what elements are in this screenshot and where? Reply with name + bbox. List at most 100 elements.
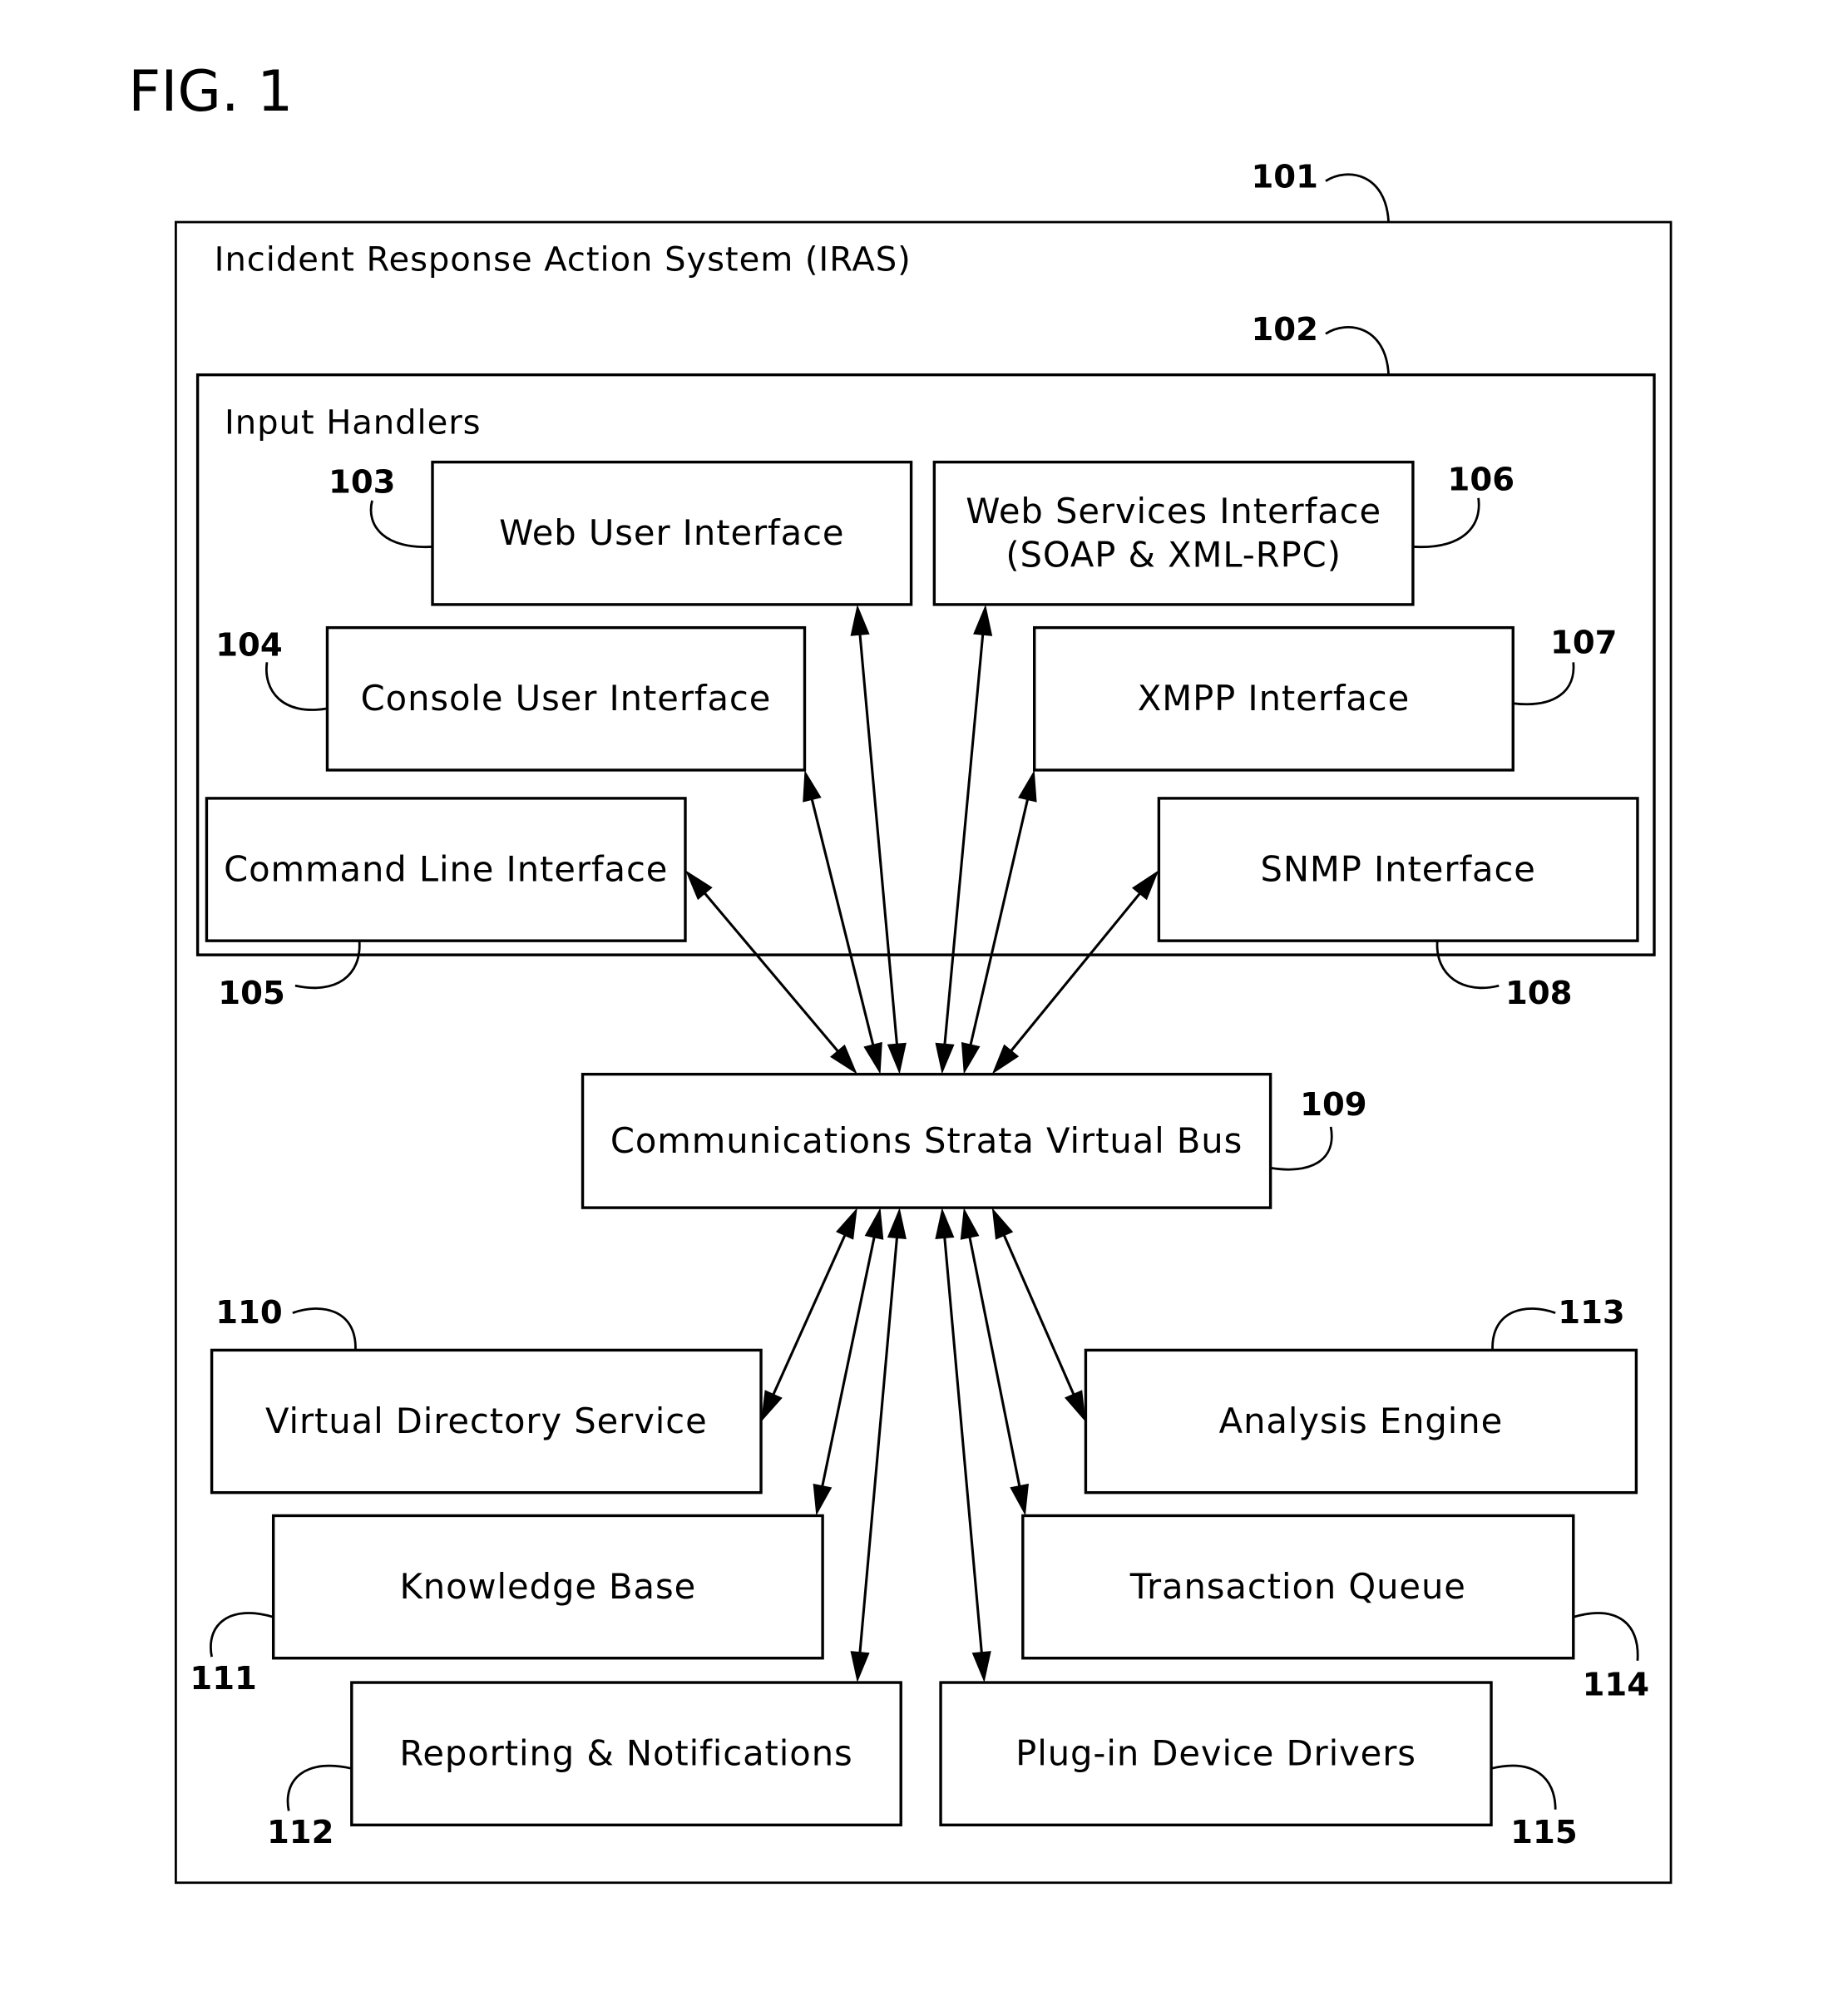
arrowhead-bus — [991, 1208, 1014, 1240]
connection-web-services — [935, 604, 993, 1075]
connection-web-ui — [850, 604, 907, 1075]
arrowhead-bus — [863, 1041, 882, 1075]
leader-115 — [1490, 1764, 1557, 1810]
connection-plugins — [935, 1208, 991, 1683]
leader-109 — [1270, 1126, 1333, 1171]
arrowhead-target — [684, 870, 713, 901]
kb-label: Knowledge Base — [400, 1566, 697, 1607]
component-vds: Virtual Directory Service 110 — [210, 1294, 763, 1495]
reporting-label: Reporting & Notifications — [399, 1733, 852, 1774]
connector-line — [700, 888, 842, 1056]
console-ui-label: Console User Interface — [361, 678, 772, 719]
architecture-diagram: FIG. 1 Incident Response Action System (… — [128, 59, 1673, 1885]
ref-115: 115 — [1510, 1814, 1578, 1851]
ref-103: 103 — [329, 464, 396, 502]
arrowhead-target — [1010, 1483, 1029, 1516]
web-services-box — [932, 460, 1415, 606]
leader-111 — [210, 1612, 274, 1658]
connector-line — [967, 1233, 1022, 1491]
arrowhead-target — [1131, 870, 1159, 901]
component-xmpp: XMPP Interface 107 — [1033, 625, 1618, 772]
ref-108: 108 — [1505, 975, 1573, 1012]
leader-101 — [1325, 173, 1390, 223]
component-kb: Knowledge Base 111 — [190, 1514, 824, 1697]
arrowhead-target — [971, 1651, 991, 1683]
connector-line — [857, 1233, 899, 1658]
xmpp-label: XMPP Interface — [1138, 678, 1410, 719]
ref-111: 111 — [190, 1660, 257, 1697]
figure-title: FIG. 1 — [128, 59, 293, 125]
arrowhead-target — [761, 1390, 783, 1422]
system-title: Incident Response Action System (IRAS) — [215, 241, 912, 279]
web-services-label: (SOAP & XML-RPC) — [1006, 534, 1342, 575]
ref-113: 113 — [1558, 1294, 1625, 1332]
component-cli: Command Line Interface 105 — [205, 797, 687, 1012]
connection-tq — [960, 1208, 1029, 1516]
arrowhead-target — [850, 604, 870, 636]
leader-113 — [1491, 1307, 1556, 1351]
component-plugins: Plug-in Device Drivers 115 — [939, 1681, 1578, 1851]
arrowhead-bus — [991, 1044, 1020, 1075]
ref-112: 112 — [267, 1814, 334, 1851]
arrowhead-target — [850, 1651, 870, 1683]
connector-line — [968, 794, 1030, 1050]
tq-label: Transaction Queue — [1129, 1566, 1466, 1607]
arrowhead-bus — [830, 1044, 857, 1075]
arrowhead-bus — [887, 1208, 907, 1240]
ref-110: 110 — [215, 1294, 283, 1332]
component-reporting: Reporting & Notifications 112 — [267, 1681, 902, 1851]
web-services-label: Web Services Interface — [966, 491, 1381, 531]
vds-label: Virtual Directory Service — [265, 1401, 708, 1441]
arrowhead-bus — [960, 1208, 980, 1240]
connection-snmp — [991, 870, 1159, 1075]
connection-reporting — [850, 1208, 907, 1683]
leader-105 — [294, 941, 361, 990]
arrowhead-target — [1064, 1390, 1086, 1422]
ref-104: 104 — [215, 627, 283, 665]
connection-kb — [813, 1208, 884, 1516]
leader-112 — [286, 1764, 353, 1811]
ref-109: 109 — [1300, 1086, 1367, 1124]
arrowhead-bus — [864, 1208, 884, 1240]
leader-108 — [1435, 941, 1500, 990]
leader-104 — [264, 662, 328, 711]
component-web-services: Web Services Interface(SOAP & XML-RPC) 10… — [932, 460, 1515, 606]
ref-101: 101 — [1251, 158, 1318, 195]
leader-107 — [1513, 662, 1575, 706]
leader-103 — [369, 500, 433, 548]
connector-line — [1001, 1230, 1077, 1400]
connection-xmpp — [961, 769, 1037, 1075]
component-snmp: SNMP Interface 108 — [1157, 797, 1639, 1012]
plugins-label: Plug-in Device Drivers — [1015, 1733, 1416, 1774]
ref-114: 114 — [1583, 1666, 1649, 1703]
leader-114 — [1573, 1612, 1639, 1661]
arrowhead-bus — [935, 1042, 955, 1075]
web-ui-label: Web User Interface — [499, 512, 844, 553]
arrowhead-target — [973, 604, 993, 636]
arrowhead-bus — [935, 1208, 955, 1240]
ref-106: 106 — [1448, 462, 1515, 499]
component-console-ui: Console User Interface 104 — [215, 625, 807, 772]
arrowhead-bus — [961, 1041, 981, 1075]
leader-110 — [292, 1307, 357, 1351]
ref-107: 107 — [1550, 625, 1618, 662]
connector-line — [770, 1230, 848, 1400]
connector-line — [857, 630, 899, 1050]
connector-line — [942, 630, 985, 1050]
input-handlers-title: Input Handlers — [225, 404, 481, 442]
connector-line — [809, 794, 876, 1050]
connector-line — [1007, 889, 1144, 1055]
snmp-label: SNMP Interface — [1260, 848, 1535, 889]
component-bus: Communications Strata Virtual Bus 109 — [581, 1072, 1367, 1209]
connection-console-ui — [803, 769, 882, 1075]
analysis-label: Analysis Engine — [1219, 1401, 1504, 1441]
ref-105: 105 — [218, 975, 285, 1012]
leader-106 — [1412, 497, 1480, 548]
component-analysis: Analysis Engine 113 — [1084, 1294, 1638, 1495]
connection-analysis — [991, 1208, 1086, 1422]
arrowhead-target — [813, 1483, 833, 1516]
component-tq: Transaction Queue 114 — [1021, 1514, 1649, 1703]
connection-cli — [684, 870, 857, 1075]
arrowhead-target — [1018, 769, 1037, 803]
arrowhead-bus — [836, 1208, 857, 1240]
